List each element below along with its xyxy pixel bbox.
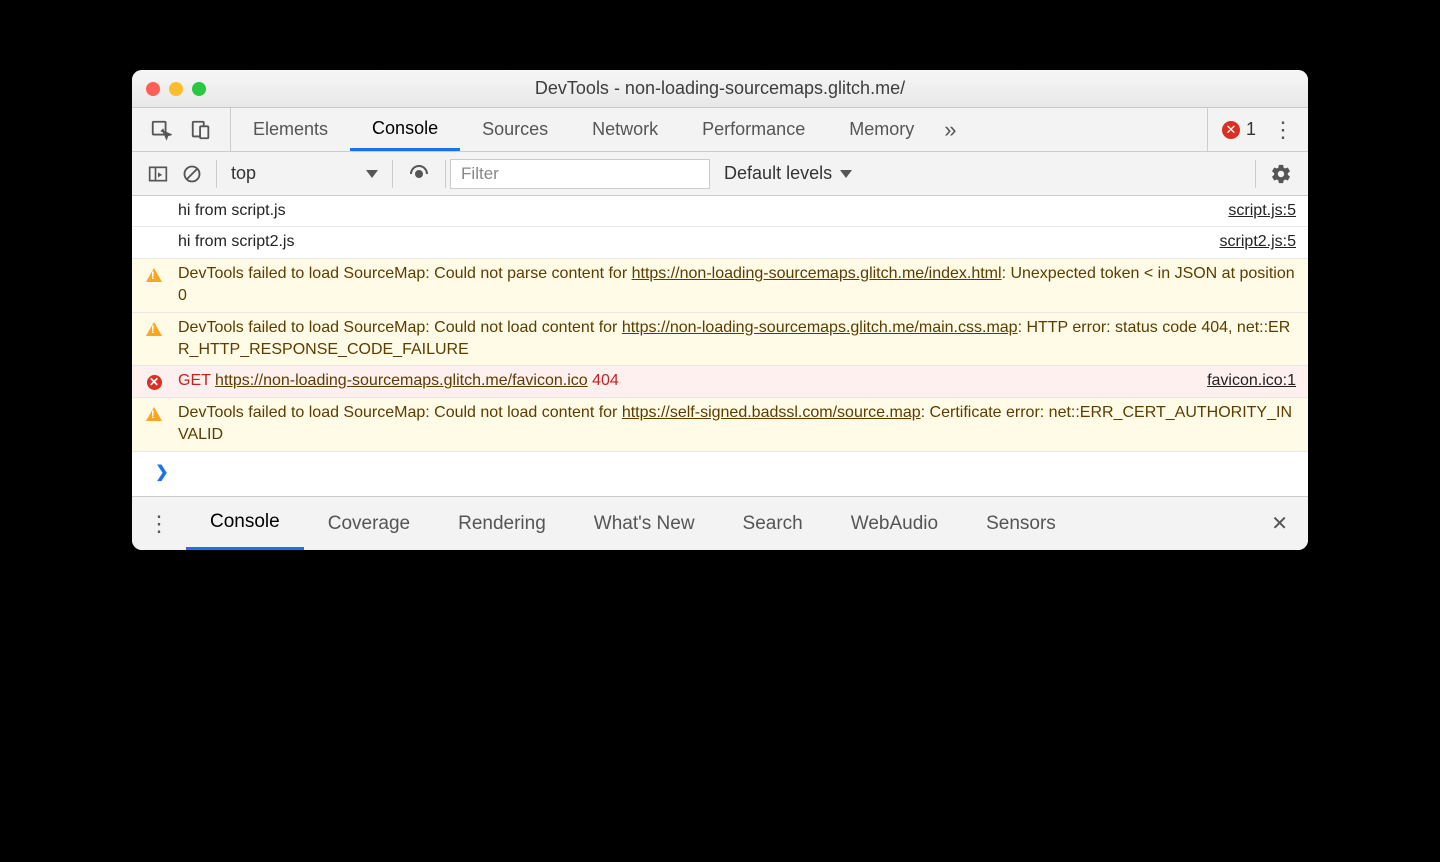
- source-location[interactable]: script2.js:5: [1210, 231, 1296, 253]
- drawer-menu-icon[interactable]: ⋮: [132, 497, 186, 550]
- console-row: hi from script2.js script2.js:5: [132, 227, 1308, 258]
- drawer-tab-sensors[interactable]: Sensors: [962, 497, 1080, 550]
- main-tabbar: ElementsConsoleSourcesNetworkPerformance…: [132, 108, 1308, 152]
- source-link[interactable]: https://non-loading-sourcemaps.glitch.me…: [215, 372, 588, 389]
- drawer-tab-coverage[interactable]: Coverage: [304, 497, 434, 550]
- source-link[interactable]: https://non-loading-sourcemaps.glitch.me…: [622, 319, 1018, 336]
- drawer-tab-search[interactable]: Search: [719, 497, 827, 550]
- error-icon: ✕: [1222, 121, 1240, 139]
- console-row: ✕ GET https://non-loading-sourcemaps.glit…: [132, 366, 1308, 397]
- traffic-lights: [132, 82, 206, 96]
- chevron-down-icon: [840, 170, 852, 178]
- live-expression-icon[interactable]: [407, 162, 431, 186]
- overflow-tabs-icon[interactable]: »: [944, 117, 956, 143]
- levels-label: Default levels: [724, 163, 832, 184]
- source-location[interactable]: script.js:5: [1218, 200, 1296, 222]
- drawer-tab-rendering[interactable]: Rendering: [434, 497, 570, 550]
- device-toggle-icon[interactable]: [190, 119, 212, 141]
- context-selector[interactable]: top: [231, 163, 378, 184]
- error-count: 1: [1246, 119, 1256, 140]
- tab-memory[interactable]: Memory: [827, 108, 936, 151]
- console-row: DevTools failed to load SourceMap: Could…: [132, 398, 1308, 452]
- log-levels-selector[interactable]: Default levels: [710, 163, 866, 184]
- console-row: hi from script.js script.js:5: [132, 196, 1308, 227]
- drawer-tab-what-s-new[interactable]: What's New: [570, 497, 719, 550]
- filter-input[interactable]: [450, 159, 710, 189]
- console-message[interactable]: hi from script2.js: [178, 231, 1204, 253]
- console-row: DevTools failed to load SourceMap: Could…: [132, 313, 1308, 367]
- drawer-tab-webaudio[interactable]: WebAudio: [827, 497, 962, 550]
- chevron-down-icon: [366, 170, 378, 178]
- clear-console-icon[interactable]: [182, 164, 202, 184]
- warning-icon: [146, 268, 162, 282]
- tab-elements[interactable]: Elements: [231, 108, 350, 151]
- close-window-icon[interactable]: [146, 82, 160, 96]
- tab-network[interactable]: Network: [570, 108, 680, 151]
- console-settings-icon[interactable]: [1260, 163, 1302, 185]
- console-prompt[interactable]: ❯: [132, 452, 1308, 492]
- console-row: DevTools failed to load SourceMap: Could…: [132, 259, 1308, 313]
- console-message[interactable]: GET https://non-loading-sourcemaps.glitc…: [178, 370, 1191, 392]
- drawer-close-icon[interactable]: ✕: [1251, 497, 1308, 550]
- console-message[interactable]: DevTools failed to load SourceMap: Could…: [178, 317, 1296, 362]
- kebab-menu-icon[interactable]: ⋮: [1272, 117, 1294, 143]
- console-message[interactable]: DevTools failed to load SourceMap: Could…: [178, 402, 1296, 447]
- console-message[interactable]: DevTools failed to load SourceMap: Could…: [178, 263, 1296, 308]
- error-badge[interactable]: ✕ 1: [1222, 119, 1256, 140]
- sidebar-toggle-icon[interactable]: [148, 164, 168, 184]
- source-location[interactable]: favicon.ico:1: [1197, 370, 1296, 392]
- context-label: top: [231, 163, 256, 184]
- tab-sources[interactable]: Sources: [460, 108, 570, 151]
- zoom-window-icon[interactable]: [192, 82, 206, 96]
- drawer-tab-console[interactable]: Console: [186, 497, 304, 550]
- inspect-icon[interactable]: [150, 119, 172, 141]
- console-toolbar: top Default levels: [132, 152, 1308, 196]
- console-log: hi from script.jsscript.js:5hi from scri…: [132, 196, 1308, 496]
- prompt-chevron-icon: ❯: [155, 462, 168, 484]
- source-link[interactable]: https://non-loading-sourcemaps.glitch.me…: [632, 265, 1002, 282]
- titlebar: DevTools - non-loading-sourcemaps.glitch…: [132, 70, 1308, 108]
- warning-icon: [146, 407, 162, 421]
- devtools-window: DevTools - non-loading-sourcemaps.glitch…: [132, 70, 1308, 550]
- drawer-tabbar: ⋮ ConsoleCoverageRenderingWhat's NewSear…: [132, 496, 1308, 550]
- tab-performance[interactable]: Performance: [680, 108, 827, 151]
- tab-console[interactable]: Console: [350, 108, 460, 151]
- minimize-window-icon[interactable]: [169, 82, 183, 96]
- error-icon: ✕: [147, 375, 162, 390]
- console-message[interactable]: hi from script.js: [178, 200, 1212, 222]
- source-link[interactable]: https://self-signed.badssl.com/source.ma…: [622, 404, 921, 421]
- window-title: DevTools - non-loading-sourcemaps.glitch…: [132, 78, 1308, 99]
- warning-icon: [146, 322, 162, 336]
